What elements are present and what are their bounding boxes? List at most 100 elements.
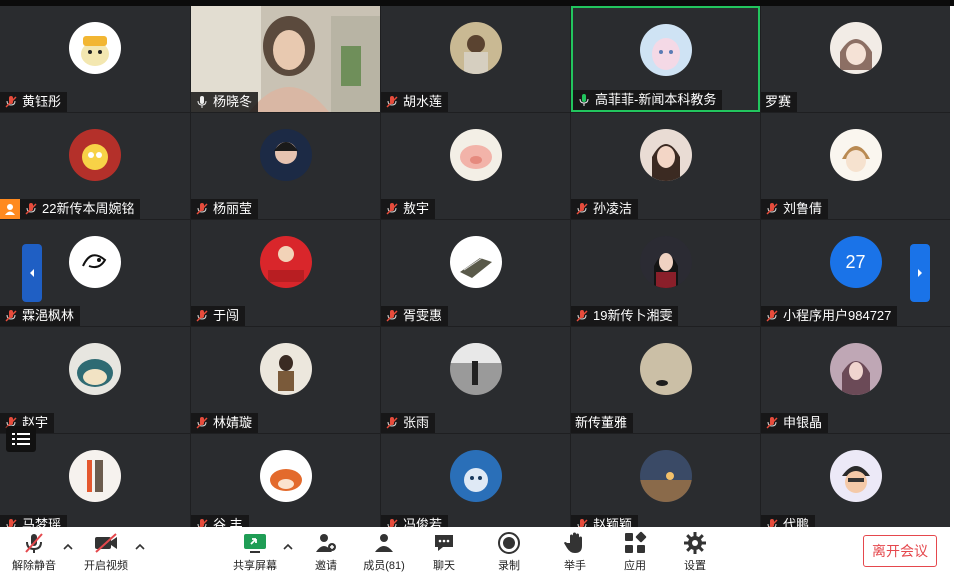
nameplate: 孙凌洁 — [571, 199, 639, 219]
mic-muted-icon — [387, 519, 398, 527]
participant-tile[interactable]: 赵宇 — [0, 327, 190, 433]
prev-page-button[interactable] — [22, 244, 42, 302]
nameplate: 新传董雅 — [571, 413, 634, 433]
participant-name: 胥雯惠 — [403, 308, 443, 323]
photo-avatar — [69, 450, 121, 502]
participant-tile[interactable]: 罗赛 — [761, 6, 950, 112]
nameplate: 高菲菲-新闻本科教务 — [573, 90, 723, 110]
participant-tile[interactable]: 杨晓冬 — [191, 6, 380, 112]
settings-label: 设置 — [684, 560, 706, 572]
raise-hand-label: 举手 — [564, 560, 586, 572]
chevron-up-icon[interactable] — [134, 541, 146, 553]
invite-button[interactable]: 邀请 — [296, 531, 356, 573]
participant-tile[interactable]: 张雨 — [381, 327, 570, 433]
mic-muted-icon — [25, 533, 43, 553]
mic-muted-icon — [577, 519, 588, 527]
leave-meeting-button[interactable]: 离开会议 — [863, 535, 937, 567]
chat-button[interactable]: 聊天 — [414, 531, 474, 573]
nameplate: 林婧璇 — [191, 413, 259, 433]
mic-muted-icon — [5, 96, 17, 108]
anime-avatar — [639, 24, 692, 76]
next-page-button[interactable] — [910, 244, 930, 302]
participant-name: 于闯 — [213, 308, 240, 323]
participant-tile-speaking[interactable]: 高菲菲-新闻本科教务 — [571, 6, 760, 112]
number-avatar: 27 — [829, 236, 882, 288]
avatar-number: 27 — [845, 251, 866, 272]
mic-muted-icon — [576, 203, 588, 215]
mic-muted-icon — [576, 310, 588, 322]
participant-tile[interactable]: 黄钰彤 — [0, 6, 190, 112]
nameplate: 谷 丰 — [191, 515, 249, 527]
nameplate: 冯俊若 — [381, 515, 449, 527]
chevron-up-icon[interactable] — [62, 541, 74, 553]
chevron-up-icon[interactable] — [282, 541, 294, 553]
nameplate: 19新传卜湘雯 — [571, 306, 679, 326]
record-button[interactable]: 录制 — [479, 531, 539, 573]
participant-name: 赵颖颖 — [593, 517, 633, 527]
participant-tile[interactable]: 谷 丰 — [191, 434, 380, 527]
nameplate: 胥雯惠 — [381, 306, 449, 326]
photo-avatar — [639, 450, 692, 502]
photo-avatar — [449, 22, 502, 74]
participant-tile[interactable]: 申银晶 — [761, 327, 950, 433]
mic-muted-icon — [5, 310, 17, 322]
nameplate: 申银晶 — [761, 413, 829, 433]
participant-tile[interactable]: 赵颖颖 — [571, 434, 760, 527]
photo-avatar — [639, 236, 692, 288]
participant-name: 22新传本周婉铭 — [42, 201, 135, 216]
raise-hand-button[interactable]: 举手 — [545, 531, 605, 573]
settings-button[interactable]: 设置 — [665, 531, 725, 573]
mic-muted-icon — [25, 203, 37, 215]
participant-tile[interactable]: 代鹏 — [761, 434, 950, 527]
participant-name: 谷 丰 — [213, 517, 243, 527]
participant-tile[interactable]: 林婧璇 — [191, 327, 380, 433]
nameplate: 张雨 — [381, 413, 436, 433]
participant-tile[interactable]: 冯俊若 — [381, 434, 570, 527]
mic-muted-icon — [386, 96, 398, 108]
mic-muted-icon — [386, 203, 398, 215]
invite-label: 邀请 — [315, 560, 337, 572]
members-button[interactable]: 成员(81) — [354, 531, 414, 573]
start-video-button[interactable]: 开启视频 — [76, 531, 136, 573]
participant-tile[interactable]: 胡水莲 — [381, 6, 570, 112]
mic-muted-icon — [196, 310, 208, 322]
participant-tile[interactable]: 胥雯惠 — [381, 220, 570, 326]
chevron-right-icon — [918, 269, 922, 277]
participant-tile[interactable]: 孙凌洁 — [571, 113, 760, 219]
participant-tile[interactable]: 19新传卜湘雯 — [571, 220, 760, 326]
gear-icon — [684, 532, 706, 554]
flag-avatar — [259, 236, 312, 288]
invite-icon — [316, 534, 336, 552]
mic-muted-icon — [196, 417, 208, 429]
unmute-label: 解除静音 — [12, 560, 56, 572]
participant-tile[interactable]: 新传董雅 — [571, 327, 760, 433]
mic-muted-icon — [766, 310, 778, 322]
mic-muted-icon — [196, 203, 208, 215]
members-label: 成员(81) — [363, 560, 405, 572]
nameplate: 黄钰彤 — [0, 92, 68, 112]
record-icon — [498, 532, 520, 554]
participant-name: 孙凌洁 — [593, 201, 633, 216]
share-screen-label: 共享屏幕 — [233, 560, 277, 572]
participant-name: 霖浥枫林 — [22, 308, 75, 323]
participant-tile[interactable]: 22新传本周婉铭 — [0, 113, 190, 219]
participant-name: 敖宇 — [403, 201, 430, 216]
participant-name: 马梦瑶 — [22, 517, 62, 527]
participant-tile[interactable]: 敖宇 — [381, 113, 570, 219]
share-screen-button[interactable]: 共享屏幕 — [225, 531, 285, 573]
chat-icon — [435, 535, 453, 551]
participant-tile[interactable]: 刘鲁倩 — [761, 113, 950, 219]
photo-avatar — [639, 343, 692, 395]
apps-icon — [625, 531, 647, 553]
unmute-button[interactable]: 解除静音 — [4, 531, 64, 573]
pig-avatar — [449, 129, 502, 181]
layout-list-button[interactable] — [6, 426, 36, 452]
mic-muted-icon — [197, 519, 208, 527]
participant-tile[interactable]: 杨丽莹 — [191, 113, 380, 219]
participant-tile[interactable]: 于闯 — [191, 220, 380, 326]
members-icon — [375, 534, 393, 552]
apps-button[interactable]: 应用 — [605, 531, 665, 573]
nameplate: 赵颖颖 — [571, 515, 639, 527]
nameplate: 敖宇 — [381, 199, 436, 219]
nameplate: 胡水莲 — [381, 92, 449, 112]
